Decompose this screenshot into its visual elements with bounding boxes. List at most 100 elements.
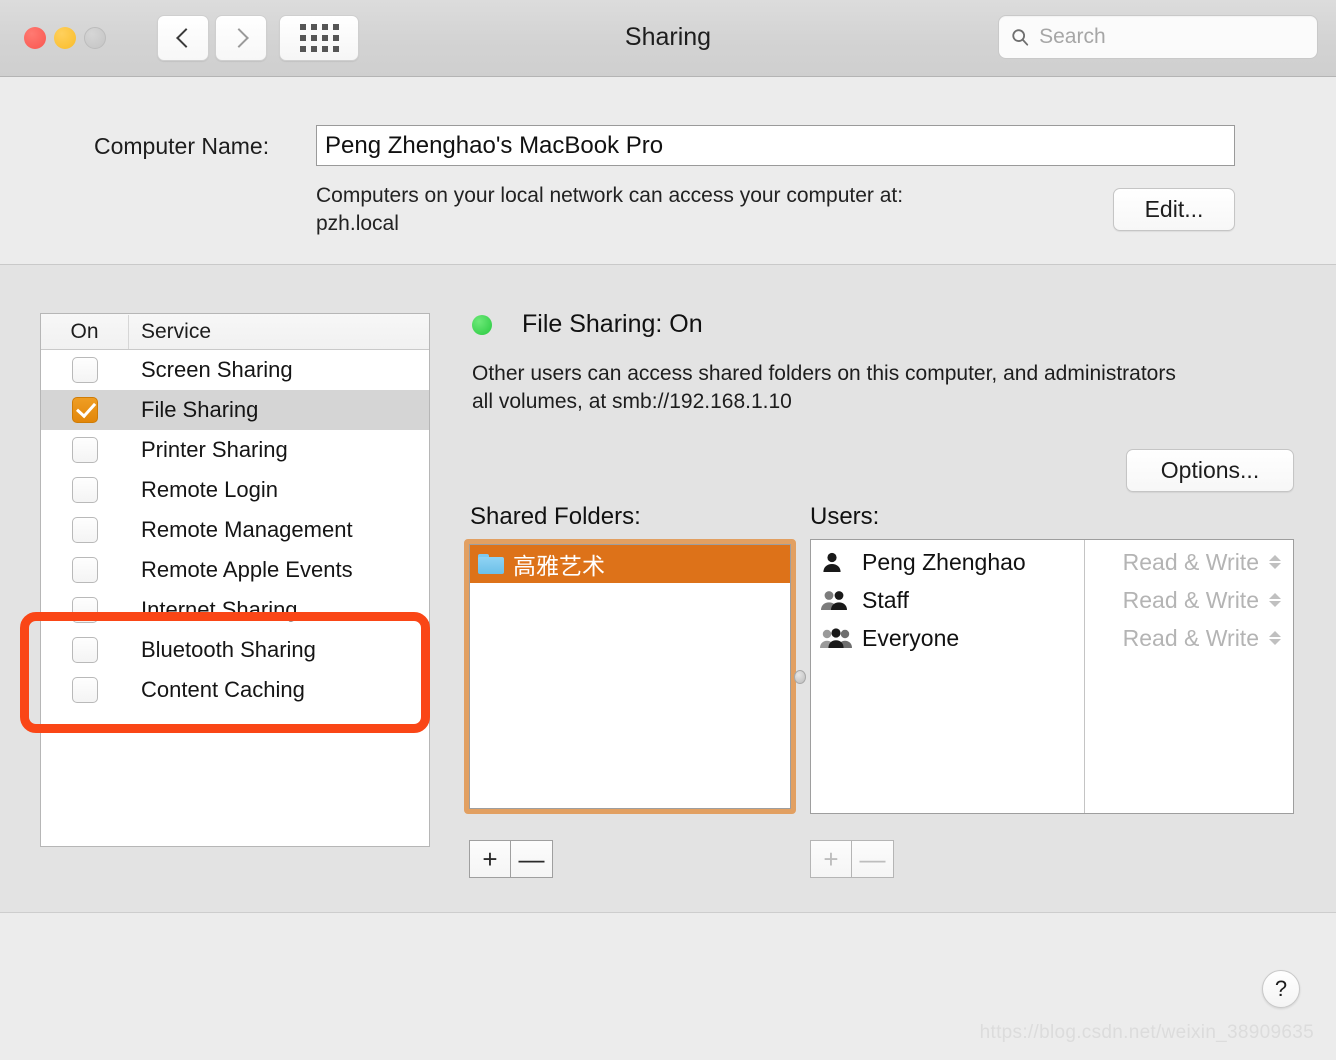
services-table[interactable]: On Service Screen Sharing File Sharing Pri… [40,313,430,847]
users-permission-column: Read & Write Read & Write Read & Write [1085,540,1293,813]
checkbox-checked-icon[interactable] [72,397,98,423]
service-checkbox-cell [41,677,129,703]
user-permission-stepper[interactable]: Read & Write [1085,543,1293,581]
help-button[interactable]: ? [1262,970,1300,1008]
checkbox-unchecked-icon[interactable] [72,677,98,703]
column-header-service: Service [141,319,212,343]
remove-user-button[interactable]: — [852,840,894,878]
service-label: Printer Sharing [141,437,288,462]
local-hostname: pzh.local [316,211,399,235]
service-label: Remote Apple Events [141,557,353,582]
service-row[interactable]: Remote Apple Events [41,550,429,590]
splitter-handle-icon[interactable] [794,669,806,684]
service-row[interactable]: Remote Login [41,470,429,510]
edit-button[interactable]: Edit... [1113,188,1235,231]
service-label: Screen Sharing [141,357,293,382]
service-row[interactable]: Remote Management [41,510,429,550]
single-person-icon [820,551,854,573]
service-label: Remote Management [141,517,353,542]
user-permission-stepper[interactable]: Read & Write [1085,581,1293,619]
file-sharing-description-line2: all volumes, at smb://192.168.1.10 [472,390,792,414]
file-sharing-description: Other users can access shared folders on… [472,360,1282,417]
shared-folders-inner: 高雅艺术 [469,544,791,809]
sharing-preferences-window: Sharing Computer Name: Computers on your… [0,0,1336,1060]
service-row[interactable]: Printer Sharing [41,430,429,470]
checkbox-unchecked-icon[interactable] [72,517,98,543]
user-permission-value: Read & Write [1122,624,1259,651]
user-name: Everyone [862,624,960,651]
search-input[interactable] [1039,25,1305,49]
service-checkbox-cell [41,637,129,663]
shared-folder-item[interactable]: 高雅艺术 [470,545,790,583]
service-row[interactable]: Content Caching [41,670,429,710]
three-people-icon [820,627,854,649]
service-label: Content Caching [141,677,305,702]
user-permission-value: Read & Write [1122,548,1259,575]
chevron-updown-icon[interactable] [1269,555,1281,569]
service-label: File Sharing [141,397,259,422]
user-row[interactable]: Everyone [811,619,1084,657]
remove-shared-folder-button[interactable]: — [511,840,553,878]
options-button[interactable]: Options... [1126,449,1294,492]
users-label: Users: [810,503,880,530]
status-text: File Sharing: On [522,310,703,338]
pane-splitter[interactable] [794,539,806,814]
service-label: Remote Login [141,477,278,502]
column-header-on: On [41,314,129,349]
checkbox-unchecked-icon[interactable] [72,357,98,383]
search-field[interactable] [998,15,1318,59]
service-row[interactable]: Internet Sharing [41,590,429,630]
computer-name-label: Computer Name: [94,133,270,159]
computer-name-section: Computer Name: Computers on your local n… [0,78,1336,265]
computer-name-input[interactable] [325,131,1226,160]
services-table-header: On Service [41,314,429,350]
checkbox-unchecked-icon[interactable] [72,477,98,503]
service-checkbox-cell [41,437,129,463]
file-sharing-status: File Sharing: On [472,310,703,339]
two-people-icon [820,589,854,611]
service-checkbox-cell [41,357,129,383]
checkbox-unchecked-icon[interactable] [72,557,98,583]
user-row[interactable]: Staff [811,581,1084,619]
computer-name-description: Computers on your local network can acce… [316,182,1076,238]
service-checkbox-cell [41,517,129,543]
add-shared-folder-button[interactable]: + [469,840,511,878]
shared-folders-list[interactable]: 高雅艺术 [464,539,796,814]
user-permission-value: Read & Write [1122,586,1259,613]
services-row-list: Screen Sharing File Sharing Printer Sharin… [41,350,429,710]
computer-name-description-line1: Computers on your local network can acce… [316,184,904,207]
service-checkbox-cell [41,397,129,423]
add-user-button[interactable]: + [810,840,852,878]
computer-name-field[interactable] [316,125,1235,166]
shared-folder-name: 高雅艺术 [513,553,605,579]
sharing-main-section: On Service Screen Sharing File Sharing Pri… [0,265,1336,913]
watermark-text: https://blog.csdn.net/weixin_38909635 [979,1022,1314,1043]
folder-icon [478,554,504,574]
status-indicator-icon [472,314,492,335]
file-sharing-description-line1: Other users can access shared folders on… [472,362,1176,385]
service-row[interactable]: Screen Sharing [41,350,429,390]
service-checkbox-cell [41,557,129,583]
service-row[interactable]: File Sharing [41,390,429,430]
user-name: Staff [862,586,909,613]
shared-folders-label: Shared Folders: [470,503,641,530]
chevron-updown-icon[interactable] [1269,593,1281,607]
service-checkbox-cell [41,597,129,623]
chevron-updown-icon[interactable] [1269,631,1281,645]
users-list[interactable]: Peng Zhenghao Staff Everyone Read & Write R… [810,539,1294,814]
checkbox-unchecked-icon[interactable] [72,437,98,463]
window-titlebar: Sharing [0,0,1336,77]
search-icon [1012,29,1029,46]
checkbox-unchecked-icon[interactable] [72,637,98,663]
service-label: Bluetooth Sharing [141,637,316,662]
user-name: Peng Zhenghao [862,548,1026,575]
footer-section: ? https://blog.csdn.net/weixin_38909635 [0,914,1336,1060]
users-name-column: Peng Zhenghao Staff Everyone [811,540,1085,813]
shared-folders-add-remove-group: + — [469,840,553,878]
service-label: Internet Sharing [141,597,298,622]
user-permission-stepper[interactable]: Read & Write [1085,619,1293,657]
checkbox-unchecked-icon[interactable] [72,597,98,623]
users-add-remove-group: + — [810,840,894,878]
service-row[interactable]: Bluetooth Sharing [41,630,429,670]
user-row[interactable]: Peng Zhenghao [811,543,1084,581]
